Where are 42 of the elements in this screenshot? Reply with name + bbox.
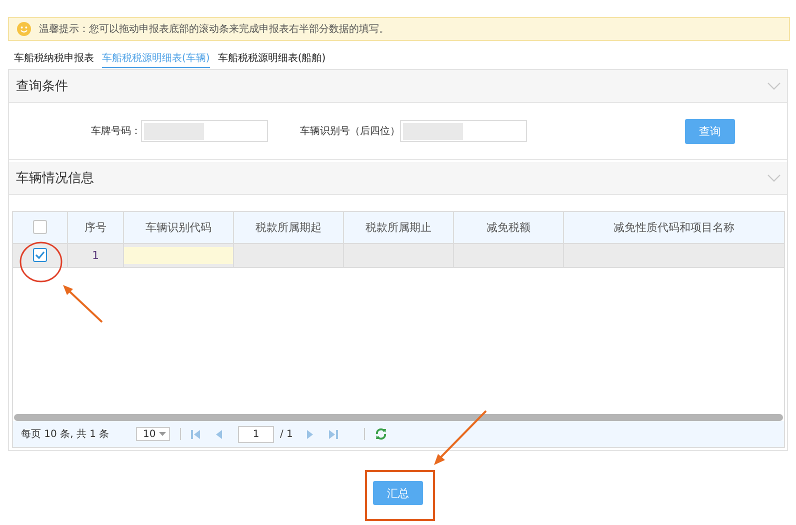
tab[interactable]: 车船税纳税申报表 xyxy=(14,51,94,68)
input-field[interactable] xyxy=(124,246,233,264)
column-header: 税款所属期止 xyxy=(344,212,454,243)
column-header: 税款所属期起 xyxy=(234,212,344,243)
page-size-select[interactable]: 10 xyxy=(136,427,170,441)
caret-icon xyxy=(159,432,166,436)
previous-page-icon[interactable] xyxy=(216,430,222,438)
panel-header[interactable]: 查询条件 xyxy=(9,70,787,103)
table-row[interactable]: 1 xyxy=(13,243,784,267)
panel-title: 查询条件 xyxy=(16,78,68,95)
checkbox[interactable] xyxy=(33,220,47,234)
highlight-box xyxy=(365,470,435,521)
column-header: 序号 xyxy=(68,212,124,243)
horizontal-scrollbar[interactable] xyxy=(14,414,783,421)
chevron-down-icon[interactable] xyxy=(767,174,781,182)
annotation-arrow xyxy=(62,284,104,324)
input-field[interactable] xyxy=(141,120,268,142)
table-cell: 1 xyxy=(68,243,124,267)
refresh-icon[interactable] xyxy=(374,428,387,440)
chevron-down-icon[interactable] xyxy=(767,82,781,90)
first-page-icon[interactable] xyxy=(191,430,200,438)
column-header: 减免税额 xyxy=(454,212,564,243)
field-label: 车牌号码： xyxy=(91,124,141,138)
redacted-value xyxy=(403,123,463,140)
checkbox[interactable] xyxy=(33,248,47,262)
annotation-arrow xyxy=(432,410,488,467)
page-total: / 1 xyxy=(280,428,293,440)
panel-title: 车辆情况信息 xyxy=(16,170,94,187)
column-header: 减免性质代码和项目名称 xyxy=(564,212,784,243)
highlight-circle xyxy=(19,241,63,283)
next-page-icon[interactable] xyxy=(306,430,313,438)
redacted-value xyxy=(144,123,204,140)
page-input[interactable]: 1 xyxy=(238,426,274,442)
column-header: 车辆识别代码 xyxy=(124,212,234,243)
tab[interactable]: 车船税税源明细表(船舶) xyxy=(218,51,326,68)
page-summary: 每页 10 条, 共 1 条 xyxy=(21,428,110,441)
smiley-icon xyxy=(17,22,31,36)
field-label: 车辆识别号（后四位） xyxy=(300,124,400,138)
input-field[interactable] xyxy=(400,120,527,142)
last-page-icon[interactable] xyxy=(328,430,338,438)
panel-header[interactable]: 车辆情况信息 xyxy=(9,162,787,195)
notice-text: 温馨提示：您可以拖动申报表底部的滚动条来完成申报表右半部分数据的填写。 xyxy=(39,22,389,36)
